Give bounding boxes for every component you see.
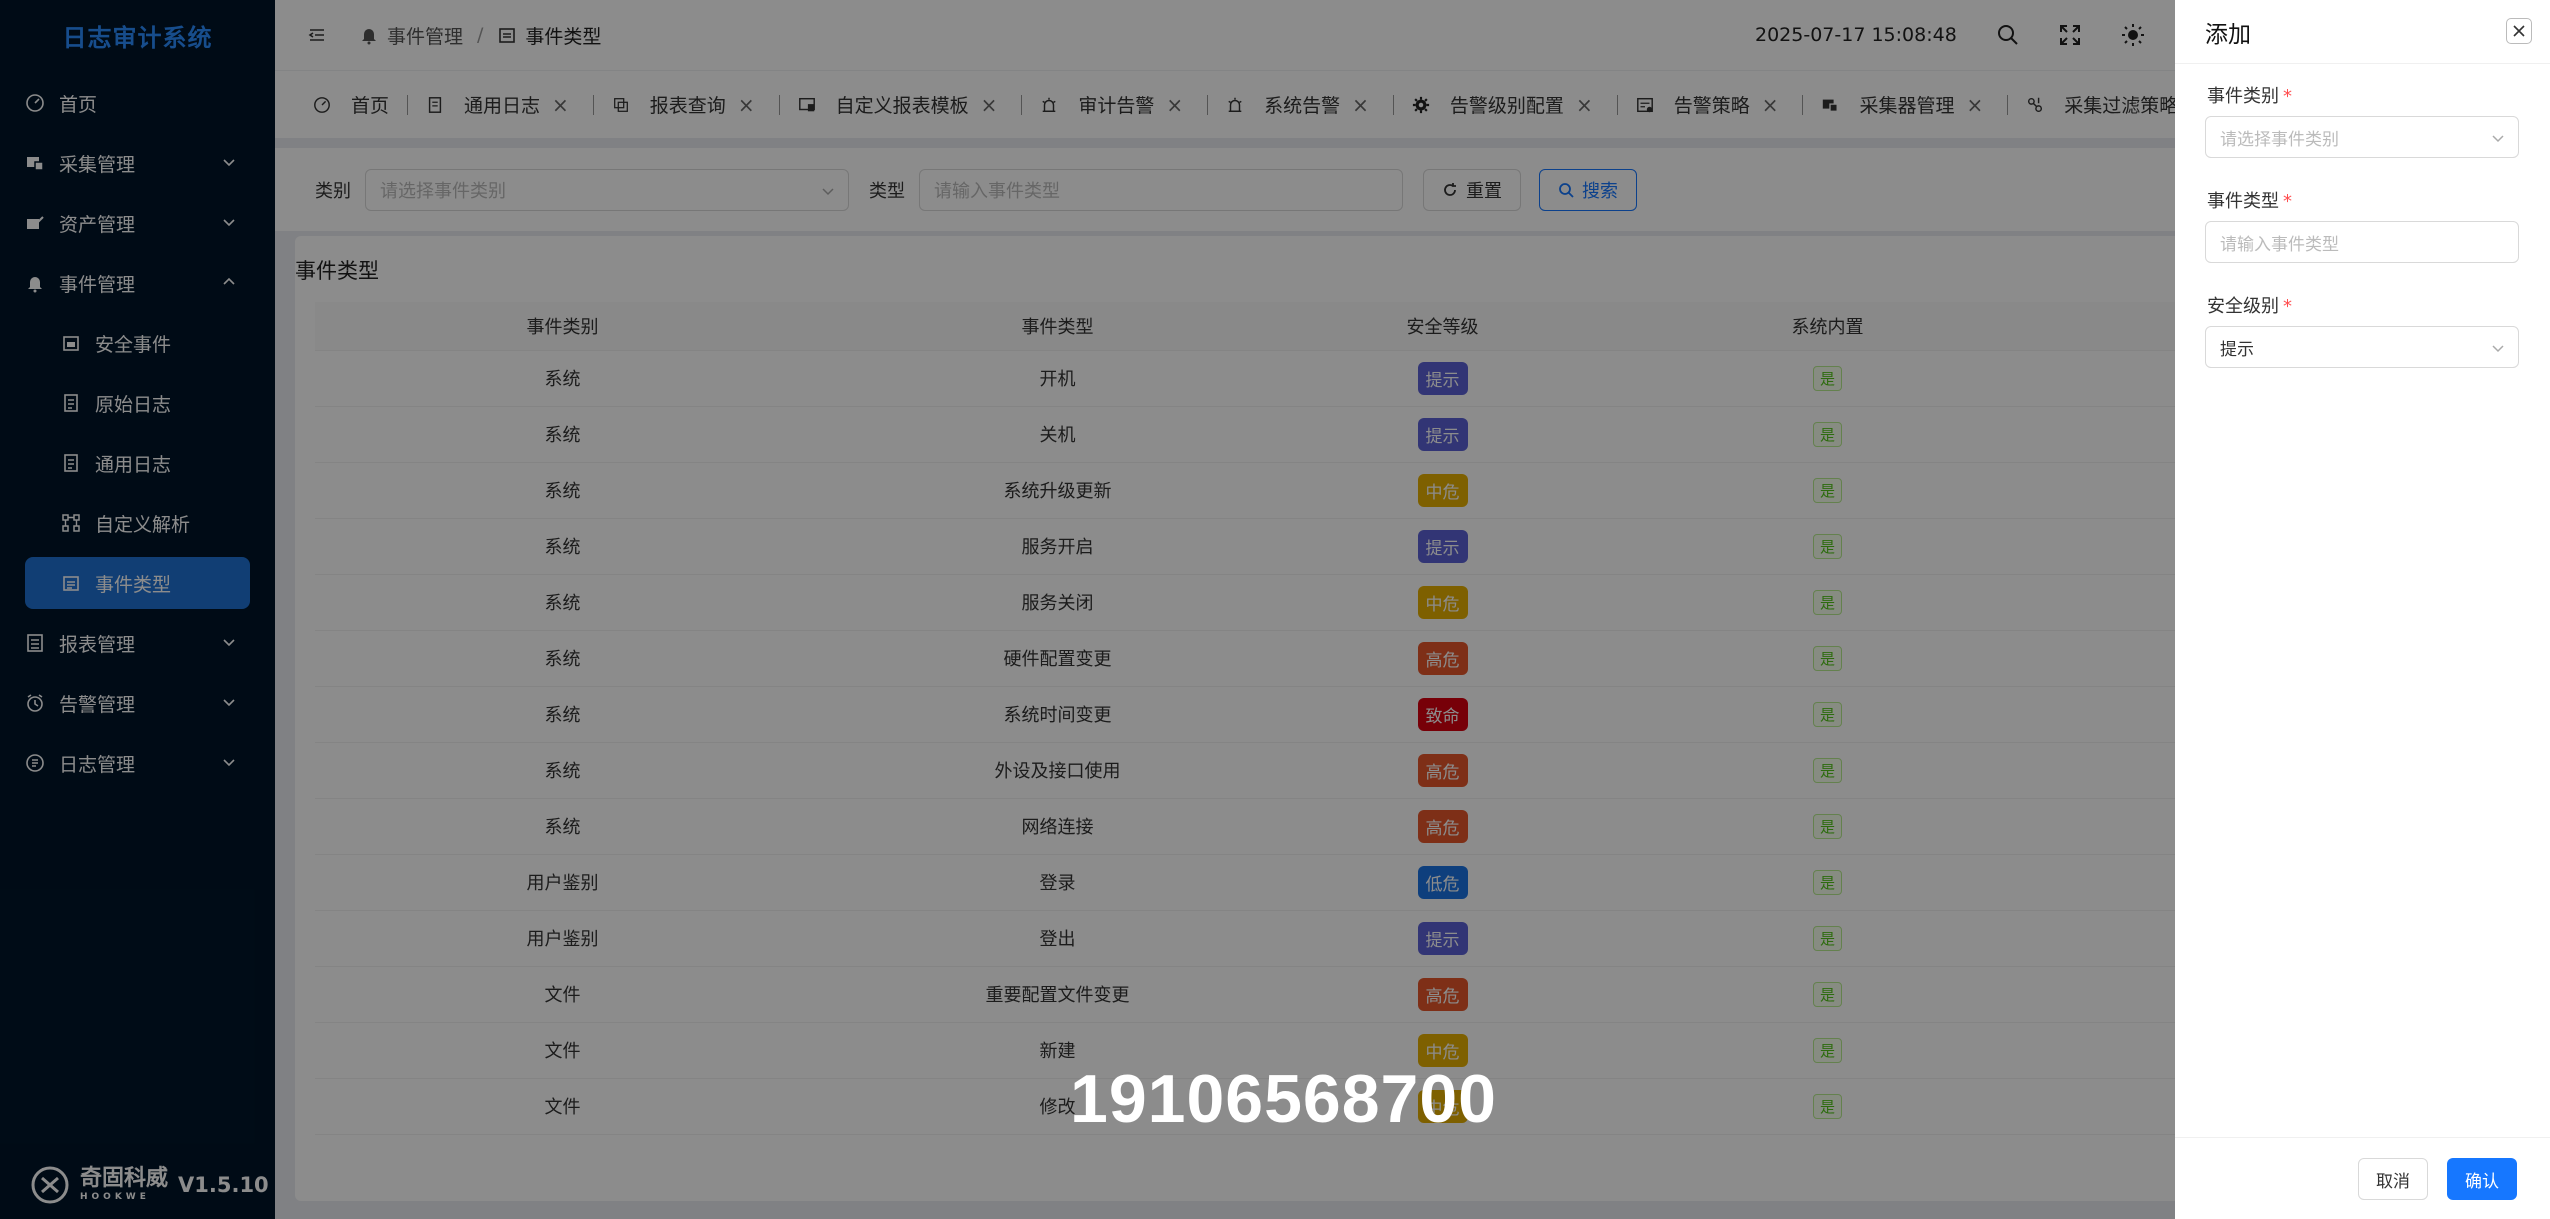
event-category-label-text: 事件类别 [2207,86,2279,107]
event-type-label-text: 事件类型 [2207,191,2279,212]
drawer-header: 添加 [2175,0,2550,64]
cancel-button[interactable]: 取消 [2358,1158,2428,1200]
close-icon [2513,25,2525,37]
confirm-button[interactable]: 确认 [2447,1158,2517,1200]
add-drawer: 添加 事件类别 * 请选择事件类别 事件类型 * 请输入事件类型 安全级别 * 提示 … [2175,0,2550,1219]
event-category-select[interactable]: 请选择事件类别 [2205,116,2519,158]
chevron-down-icon [2492,135,2504,143]
security-level-select[interactable]: 提示 [2205,326,2519,368]
event-type-placeholder: 请输入事件类型 [2220,234,2339,255]
drawer-footer: 取消 确认 [2175,1137,2550,1219]
required-mark: * [2283,296,2292,317]
chevron-down-icon [2492,345,2504,353]
event-category-placeholder: 请选择事件类别 [2220,129,2339,150]
watermark: 19106568700 [1070,1061,1498,1137]
event-type-label: 事件类型 * [2207,187,2292,213]
modal-mask[interactable] [0,0,2175,1219]
drawer-close-button[interactable] [2506,18,2532,44]
security-level-label-text: 安全级别 [2207,296,2279,317]
required-mark: * [2283,191,2292,212]
security-level-value: 提示 [2220,339,2254,360]
event-type-input[interactable]: 请输入事件类型 [2205,221,2519,263]
security-level-label: 安全级别 * [2207,292,2292,318]
required-mark: * [2283,86,2292,107]
drawer-title: 添加 [2205,21,2251,48]
event-category-label: 事件类别 * [2207,82,2292,108]
